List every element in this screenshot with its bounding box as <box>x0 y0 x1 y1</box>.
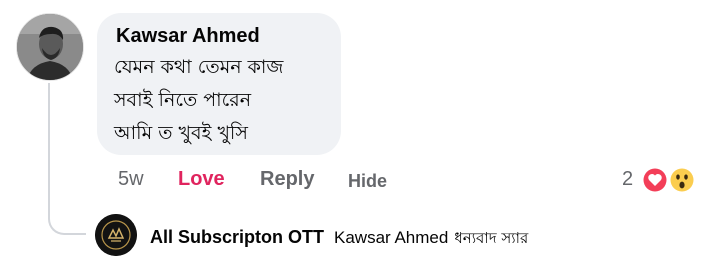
comment-line: আমি ত খুবই খুসি <box>114 122 248 144</box>
comment-bubble: Kawsar Ahmed যেমন কথা তেমন কাজ সবাই নিতে… <box>97 13 341 155</box>
reply-author-avatar[interactable] <box>95 214 137 256</box>
reaction-count[interactable]: 2 <box>622 168 633 191</box>
comment-timestamp[interactable]: 5w <box>118 168 144 191</box>
reply-message: ধন্যবাদ স্যার <box>454 229 529 247</box>
hide-button[interactable]: Hide <box>348 171 387 192</box>
love-icon <box>642 167 668 193</box>
reply-button[interactable]: Reply <box>260 168 314 191</box>
reply-thread-line <box>48 83 86 235</box>
reply-mention[interactable]: Kawsar Ahmed <box>334 228 448 247</box>
reply-author[interactable]: All Subscripton OTT <box>150 227 324 248</box>
comment-text: যেমন কথা তেমন কাজ সবাই নিতে পারেন আমি ত … <box>114 51 283 150</box>
comment-line: যেমন কথা তেমন কাজ <box>114 56 284 78</box>
comment-line: সবাই নিতে পারেন <box>114 89 252 111</box>
person-photo-icon <box>17 14 83 80</box>
love-reaction-button[interactable]: Love <box>178 168 225 191</box>
reaction-summary[interactable] <box>641 165 701 195</box>
comment-author[interactable]: Kawsar Ahmed <box>116 25 260 48</box>
ott-logo-icon <box>95 214 137 256</box>
reply-text: Kawsar Ahmed ধন্যবাদ স্যার <box>334 227 528 252</box>
wow-icon <box>669 167 695 193</box>
commenter-avatar[interactable] <box>16 13 84 81</box>
